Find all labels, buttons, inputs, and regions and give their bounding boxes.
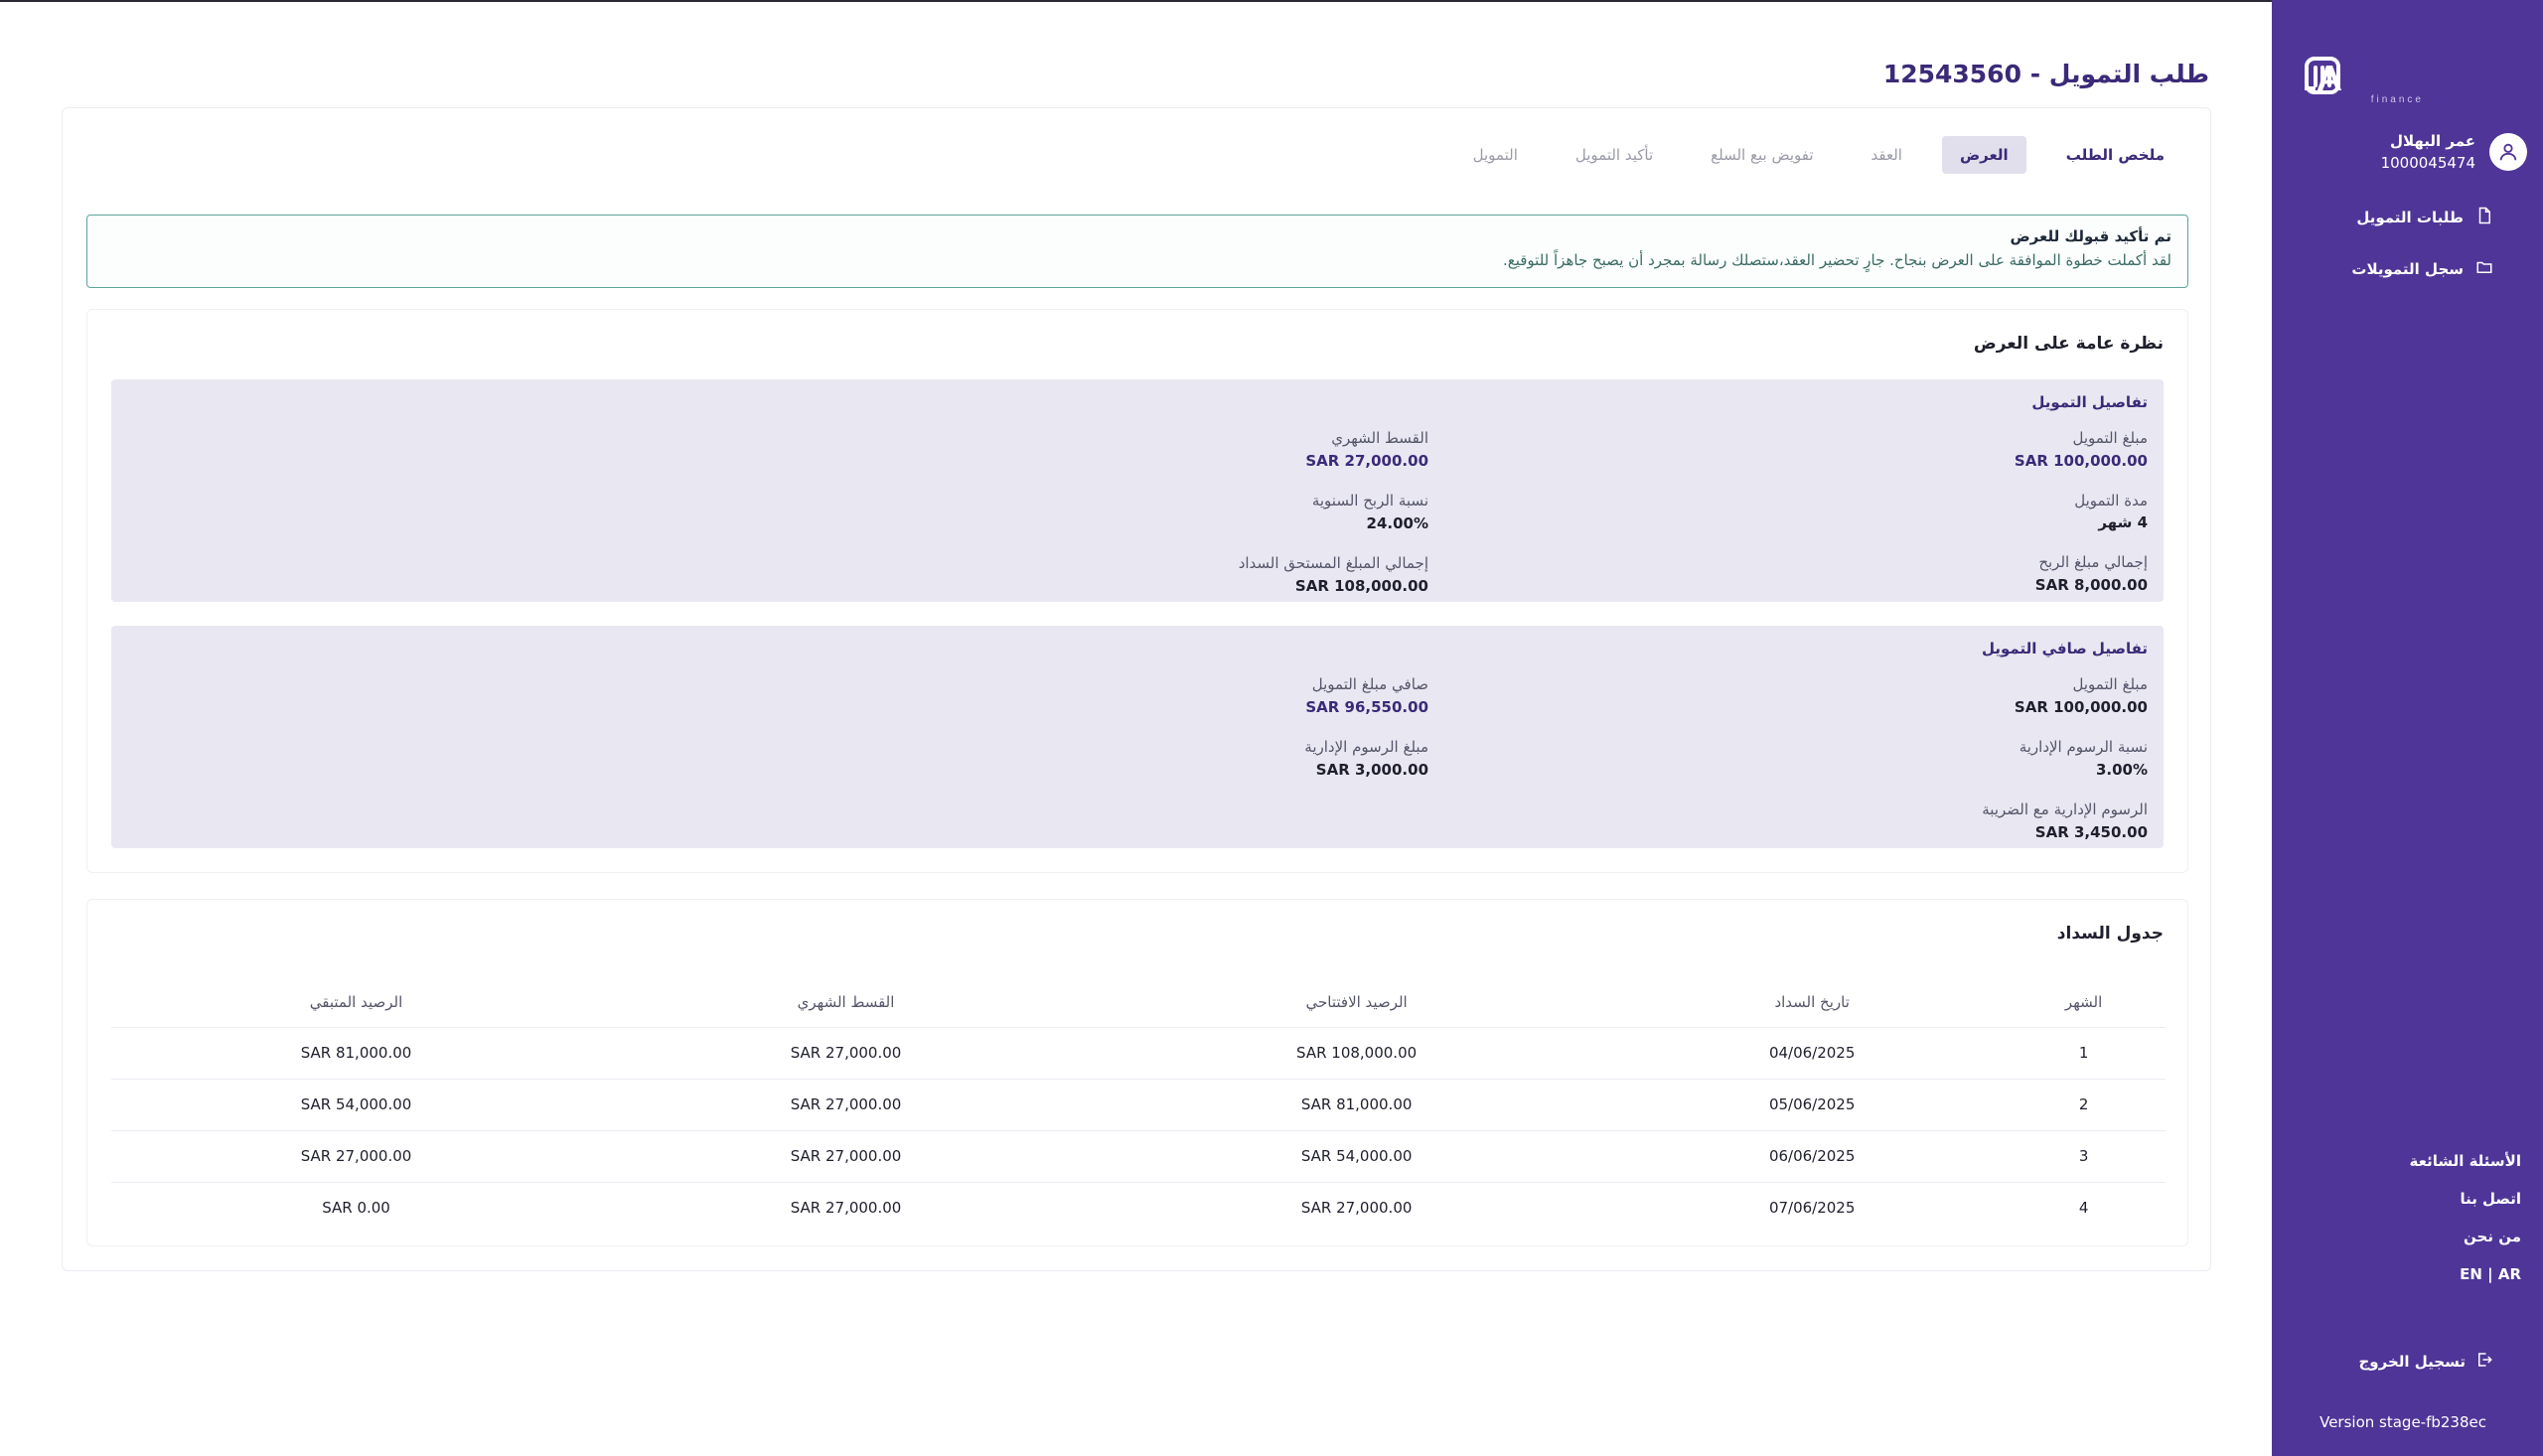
net-amount: صافي مبلغ التمويل SAR 96,550.00 [1305, 675, 1428, 716]
table-cell: SAR 81,000.00 [111, 1027, 602, 1080]
annual-profit-rate-value: 24.00% [1366, 514, 1428, 532]
monthly-installment-value: SAR 27,000.00 [1305, 452, 1428, 470]
admin-fee-rate: نسبة الرسوم الإدارية 3.00% [2019, 738, 2148, 779]
table-cell: 07/06/2025 [1768, 1199, 1856, 1218]
total-due: إجمالي المبلغ المستحق السداد SAR 108,000… [1238, 554, 1428, 595]
user-id: 1000045474 [2380, 154, 2475, 172]
table-cell: 4 [2078, 1199, 2089, 1218]
column-header: تاريخ السداد [1622, 977, 2003, 1028]
step-tabs: ملخص الطلب العرض العقد تفويض بيع السلع ت… [1455, 136, 2182, 174]
financing-duration-value: 4 شهر [2098, 513, 2148, 531]
logout-button[interactable]: تسجيل الخروج [2359, 1351, 2494, 1373]
admin-fee-with-tax: الرسوم الإدارية مع الضريبة SAR 3,450.00 [1982, 801, 2148, 841]
table-cell: SAR 27,000.00 [1300, 1199, 1413, 1218]
logout-icon [2475, 1351, 2493, 1373]
net-financing-panel: تفاصيل صافي التمويل مبلغ التمويل SAR 100… [111, 626, 2164, 848]
financing-amount: مبلغ التمويل SAR 100,000.00 [2014, 429, 2148, 470]
tab-financing[interactable]: التمويل [1455, 136, 1536, 174]
financing-details-title: تفاصيل التمويل [2031, 393, 2148, 411]
table-cell: 06/06/2025 [1622, 1130, 2003, 1183]
admin-fee: مبلغ الرسوم الإدارية SAR 3,000.00 [1304, 738, 1428, 779]
faq-link[interactable]: الأسئلة الشائعة [2410, 1152, 2522, 1170]
table-cell: 05/06/2025 [1622, 1079, 2003, 1131]
column-header: الشهر [2002, 977, 2166, 1028]
document-icon [2475, 207, 2493, 228]
table-cell: SAR 54,000.00 [1091, 1130, 1623, 1183]
user-profile[interactable]: عمر البهلال 1000045474 [2288, 129, 2527, 175]
repayment-schedule: جدول السداد الشهر تاريخ السداد الرصيد ال… [86, 899, 2188, 1246]
about-link[interactable]: من نحن [2464, 1228, 2521, 1245]
tab-contract[interactable]: العقد [1854, 136, 1920, 174]
sidebar: NAYLA finance عمر البهلال 1000045474 طلب… [2222, 0, 2543, 1456]
success-alert: تم تأكيد قبولك للعرض لقد أكملت خطوة المو… [86, 215, 2188, 288]
svg-text:NAYLA: NAYLA [2305, 58, 2342, 98]
financing-duration: مدة التمويل 4 شهر [2015, 492, 2148, 531]
table-row: 1 04/06/2025 SAR 108,000.00 SAR 27,000.0… [111, 1027, 2166, 1080]
offer-overview: نظرة عامة على العرض تفاصيل التمويل مبلغ … [86, 309, 2188, 873]
net-financing-amount-value: SAR 100,000.00 [2014, 698, 2148, 716]
table-cell: SAR 54,000.00 [111, 1079, 602, 1131]
net-amount-value: SAR 96,550.00 [1305, 698, 1428, 716]
sidebar-item-label: طلبات التمويل [2356, 209, 2464, 226]
total-profit: إجمالي مبلغ الربح SAR 8,000.00 [2034, 553, 2148, 594]
sidebar-item-financing-requests[interactable]: طلبات التمويل [2351, 207, 2493, 228]
schedule-table: الشهر تاريخ السداد الرصيد الافتتاحي القس… [111, 977, 2166, 1234]
user-name: عمر البهلال [2389, 132, 2475, 150]
column-header: الرصيد الافتتاحي [1091, 977, 1623, 1028]
schedule-title: جدول السداد [2056, 924, 2164, 944]
table-row: 4 07/06/2025 SAR 27,000.00 SAR 27,000.00… [111, 1182, 2166, 1234]
table-cell: 2 [2002, 1079, 2166, 1131]
net-financing-title: تفاصيل صافي التمويل [1981, 640, 2148, 657]
net-financing-amount: مبلغ التمويل SAR 100,000.00 [2014, 675, 2148, 716]
table-cell: 04/06/2025 [1622, 1027, 2003, 1080]
sidebar-item-financing-history[interactable]: سجل التمويلات [2351, 258, 2493, 280]
svg-text:finance: finance [2371, 94, 2424, 105]
admin-fee-value: SAR 3,000.00 [1315, 761, 1428, 779]
top-border [0, 0, 2272, 2]
table-cell: SAR 108,000.00 [1091, 1027, 1623, 1080]
request-card: ملخص الطلب العرض العقد تفويض بيع السلع ت… [62, 107, 2211, 1271]
sidebar-item-label: سجل التمويلات [2351, 260, 2464, 278]
table-cell: SAR 81,000.00 [1091, 1079, 1623, 1131]
language-toggle[interactable]: EN | AR [2460, 1265, 2521, 1283]
version-label: Version stage-fb238ec [2319, 1413, 2486, 1431]
logout-label: تسجيل الخروج [2358, 1353, 2467, 1371]
annual-profit-rate: نسبة الربح السنوية 24.00% [1311, 492, 1428, 532]
table-cell: SAR 27,000.00 [111, 1130, 602, 1183]
total-due-value: SAR 108,000.00 [1294, 577, 1428, 595]
monthly-installment: القسط الشهري SAR 27,000.00 [1305, 429, 1428, 470]
admin-fee-with-tax-value: SAR 3,450.00 [2034, 823, 2148, 841]
table-cell: SAR 27,000.00 [601, 1130, 1092, 1183]
table-cell: SAR 0.00 [322, 1199, 390, 1218]
folder-icon [2475, 258, 2493, 280]
alert-text: لقد أكملت خطوة الموافقة على العرض بنجاح.… [1502, 251, 2171, 269]
tab-offer[interactable]: العرض [1941, 136, 2026, 174]
admin-fee-rate-value: 3.00% [2095, 761, 2148, 779]
total-profit-value: SAR 8,000.00 [2034, 576, 2148, 594]
table-cell: SAR 27,000.00 [601, 1027, 1092, 1080]
tab-request-summary[interactable]: ملخص الطلب [2048, 136, 2182, 174]
sidebar-nav: طلبات التمويل سجل التمويلات [2351, 207, 2493, 280]
financing-details-panel: تفاصيل التمويل مبلغ التمويل SAR 100,000.… [111, 379, 2164, 602]
alert-title: تم تأكيد قبولك للعرض [2010, 227, 2171, 245]
overview-title: نظرة عامة على العرض [1973, 334, 2164, 354]
table-cell: SAR 27,000.00 [790, 1199, 902, 1218]
tab-commodity-authorization[interactable]: تفويض بيع السلع [1693, 136, 1831, 174]
user-avatar-icon [2489, 133, 2527, 171]
column-header: الرصيد المتبقي [111, 977, 602, 1028]
sidebar-footer-links: الأسئلة الشائعة اتصل بنا من نحن EN | AR [2410, 1152, 2522, 1283]
column-header: القسط الشهري [601, 977, 1092, 1028]
table-row: 2 05/06/2025 SAR 81,000.00 SAR 27,000.00… [111, 1079, 2166, 1131]
contact-link[interactable]: اتصل بنا [2460, 1190, 2521, 1208]
table-cell: SAR 27,000.00 [601, 1079, 1092, 1131]
table-cell: 3 [2002, 1130, 2166, 1183]
tab-financing-confirmation[interactable]: تأكيد التمويل [1558, 136, 1671, 174]
table-header-row: الشهر تاريخ السداد الرصيد الافتتاحي القس… [111, 977, 2166, 1028]
page-title: طلب التمويل - 12543560 [1882, 60, 2209, 88]
table-row: 3 06/06/2025 SAR 54,000.00 SAR 27,000.00… [111, 1130, 2166, 1183]
nayla-logo[interactable]: NAYLA finance [2222, 56, 2503, 105]
financing-amount-value: SAR 100,000.00 [2014, 452, 2148, 470]
table-cell: 1 [2002, 1027, 2166, 1080]
